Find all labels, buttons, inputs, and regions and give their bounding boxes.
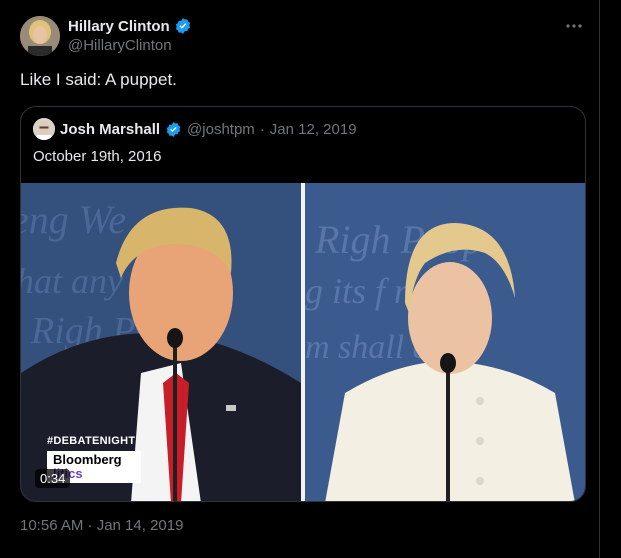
quoted-tweet-header: Josh Marshall @joshtpm · Jan 12, 2019 [33,118,357,140]
author-name-row: Hillary Clinton [68,17,192,35]
quoted-author-name[interactable]: Josh Marshall [60,121,160,138]
author-name[interactable]: Hillary Clinton [68,18,170,35]
quoted-tweet-text: October 19th, 2016 [33,148,162,165]
meta-separator: · [259,120,265,138]
video-duration: 0:34 [35,469,71,488]
tweet[interactable]: Hillary Clinton @HillaryClinton Like I s… [0,0,600,558]
quoted-tweet-date[interactable]: Jan 12, 2019 [270,121,357,138]
video-right-panel: Righ Peop g its f n cr m shall east [305,183,585,501]
quoted-tweet[interactable]: Josh Marshall @joshtpm · Jan 12, 2019 Oc… [20,106,586,502]
verified-badge-icon [166,121,181,137]
tweet-text: Like I said: A puppet. [20,70,177,89]
debate-stage-right-image: Righ Peop g its f n cr m shall east [305,183,585,501]
video-player[interactable]: eng We hat any Righ Pe #DEBATENIGHT Bloo… [21,183,585,501]
quoted-author-avatar[interactable] [33,118,55,140]
author-avatar[interactable] [20,16,60,56]
svg-text:hat any: hat any [21,261,123,301]
brand-line-1: Bloomberg [53,452,122,467]
tweet-timestamp[interactable]: 10:56 AM · Jan 14, 2019 [20,517,183,534]
quoted-author-handle[interactable]: @joshtpm [187,121,255,138]
video-left-panel: eng We hat any Righ Pe #DEBATENIGHT Bloo… [21,183,301,501]
tweet-header: Hillary Clinton @HillaryClinton [20,14,590,58]
more-options-icon[interactable] [562,18,586,34]
verified-badge-icon [175,18,190,34]
author-handle[interactable]: @HillaryClinton [68,37,172,54]
video-hashtag-overlay: #DEBATENIGHT [47,435,136,447]
svg-text:eng We: eng We [21,197,126,242]
